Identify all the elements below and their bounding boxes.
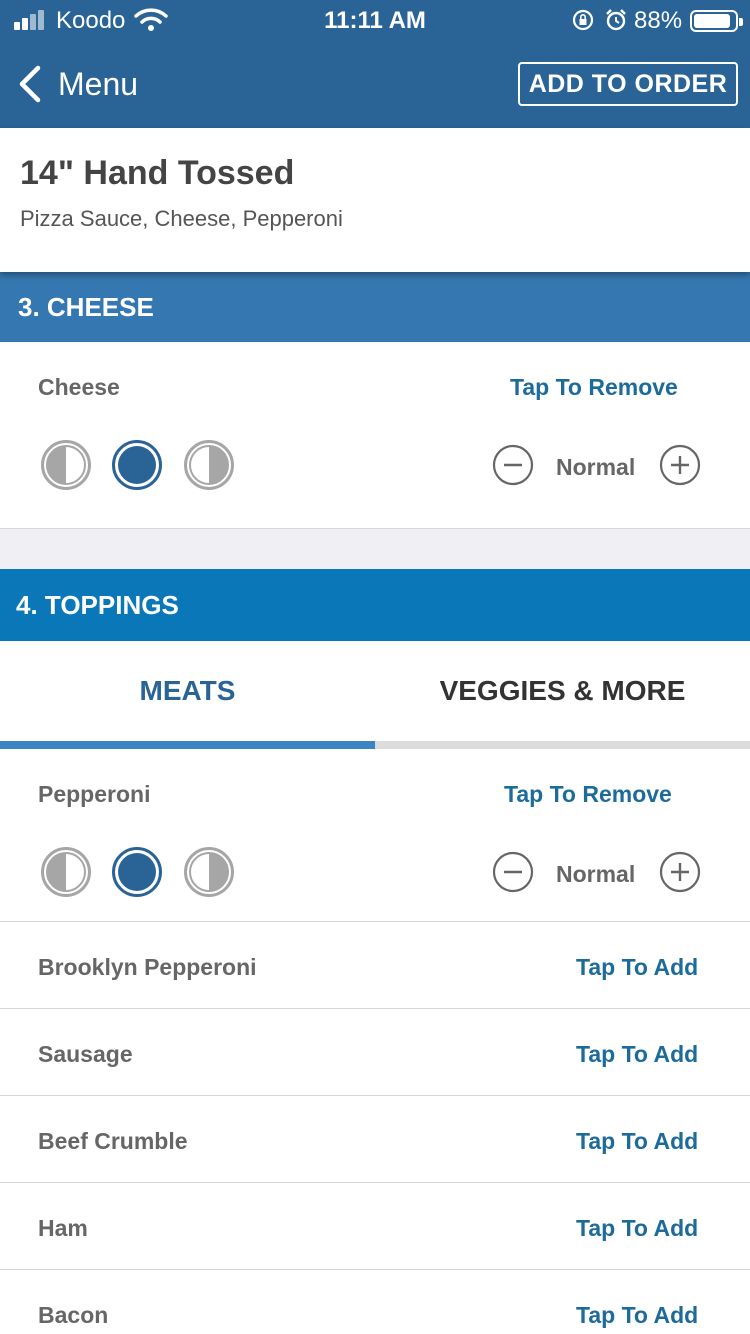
tap-to-add-link[interactable]: Tap To Add (576, 1215, 698, 1242)
status-bar: Koodo 11:11 AM 88% (0, 0, 750, 40)
add-to-order-button[interactable]: ADD TO ORDER (518, 62, 738, 106)
pepperoni-row: Pepperoni Tap To Remove Normal (0, 749, 750, 922)
battery-icon (690, 10, 743, 32)
left-half-icon[interactable] (40, 439, 92, 491)
topping-name: Ham (38, 1215, 88, 1241)
increase-icon[interactable] (659, 851, 701, 893)
toppings-tabs: MEATS VEGGIES & MORE (0, 641, 750, 749)
cheese-amount: Normal (556, 454, 636, 480)
inactive-tab-indicator (375, 741, 750, 749)
pepperoni-amount: Normal (556, 861, 636, 887)
right-half-icon[interactable] (183, 846, 235, 898)
right-half-icon[interactable] (183, 439, 235, 491)
orientation-lock-icon (572, 9, 594, 31)
tap-to-add-link[interactable]: Tap To Add (576, 1302, 698, 1329)
list-item[interactable]: Ham Tap To Add (0, 1183, 750, 1270)
tab-meats[interactable]: MEATS (0, 641, 375, 741)
whole-pizza-icon[interactable] (111, 439, 163, 491)
cheese-remove-link[interactable]: Tap To Remove (510, 374, 678, 401)
chevron-left-icon (19, 65, 41, 103)
battery-percent: 88% (634, 7, 683, 34)
top-bar: Koodo 11:11 AM 88% Menu ADD TO ORDER (0, 0, 750, 128)
alarm-icon (606, 9, 626, 31)
back-button[interactable]: Menu (16, 62, 138, 106)
toppings-section-header: 4. TOPPINGS (0, 569, 750, 641)
tap-to-add-link[interactable]: Tap To Add (576, 1128, 698, 1155)
left-half-icon[interactable] (40, 846, 92, 898)
topping-name: Sausage (38, 1041, 133, 1067)
list-item[interactable]: Bacon Tap To Add (0, 1270, 750, 1334)
section-spacer (0, 529, 750, 569)
tap-to-add-link[interactable]: Tap To Add (576, 1041, 698, 1068)
pepperoni-label: Pepperoni (38, 781, 151, 807)
topping-name: Beef Crumble (38, 1128, 188, 1154)
list-item[interactable]: Beef Crumble Tap To Add (0, 1096, 750, 1183)
product-header: 14" Hand Tossed Pizza Sauce, Cheese, Pep… (0, 128, 750, 272)
decrease-icon[interactable] (492, 851, 534, 893)
product-subtitle: Pizza Sauce, Cheese, Pepperoni (20, 206, 343, 231)
decrease-icon[interactable] (492, 444, 534, 486)
tap-to-add-link[interactable]: Tap To Add (576, 954, 698, 981)
topping-name: Bacon (38, 1302, 109, 1328)
pepperoni-remove-link[interactable]: Tap To Remove (504, 781, 672, 808)
tab-veggies-more[interactable]: VEGGIES & MORE (375, 641, 750, 741)
cheese-row: Cheese Tap To Remove Normal (0, 342, 750, 529)
whole-pizza-icon[interactable] (111, 846, 163, 898)
cheese-label: Cheese (38, 374, 120, 400)
increase-icon[interactable] (659, 444, 701, 486)
topping-name: Brooklyn Pepperoni (38, 954, 257, 980)
active-tab-indicator (0, 741, 375, 749)
product-title: 14" Hand Tossed (20, 154, 295, 192)
cheese-section-header: 3. CHEESE (0, 272, 750, 342)
list-item[interactable]: Brooklyn Pepperoni Tap To Add (0, 922, 750, 1009)
back-label: Menu (58, 65, 139, 102)
list-item[interactable]: Sausage Tap To Add (0, 1009, 750, 1096)
